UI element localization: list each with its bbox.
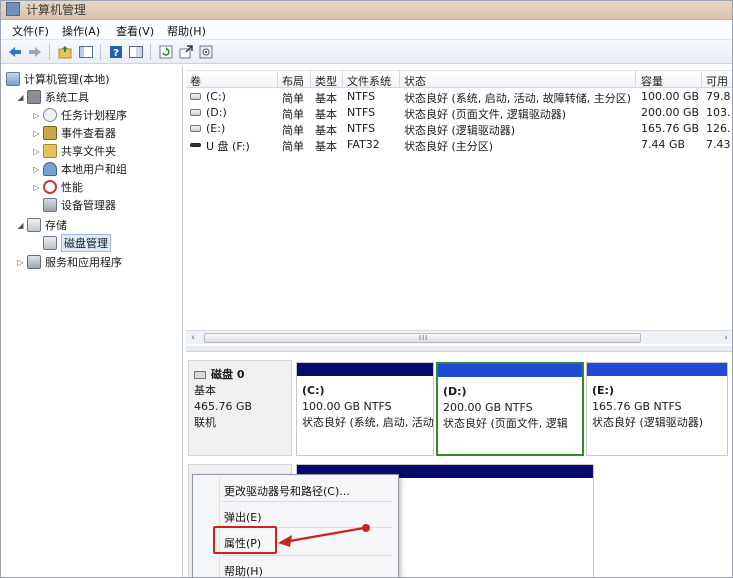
partition-c[interactable]: (C:) 100.00 GB NTFS 状态良好 (系统, 启动, 活动 bbox=[296, 362, 434, 456]
partition-c-size: 100.00 GB NTFS bbox=[302, 400, 392, 413]
horizontal-scrollbar[interactable]: ‹ III › bbox=[186, 330, 733, 344]
tree-item-system-tools[interactable]: ◢ 系统工具 bbox=[16, 88, 89, 106]
expand-icon[interactable]: ◢ bbox=[16, 221, 25, 230]
disk-management-icon bbox=[43, 236, 57, 250]
scrollbar-grip: III bbox=[419, 334, 429, 342]
svg-text:?: ? bbox=[113, 48, 119, 59]
properties-pane-icon[interactable] bbox=[127, 43, 144, 60]
toolbar: ? bbox=[0, 40, 733, 64]
tree-item-storage[interactable]: ◢ 存储 bbox=[16, 216, 67, 234]
clock-icon bbox=[43, 108, 57, 122]
column-header-type[interactable]: 类型 bbox=[315, 73, 337, 89]
partition-e-status: 状态良好 (逻辑驱动器) bbox=[592, 416, 704, 429]
disk-0-name: 磁盘 0 bbox=[211, 368, 245, 381]
back-arrow-icon[interactable] bbox=[6, 43, 23, 60]
tree-item-event-viewer[interactable]: ▷ 事件查看器 bbox=[32, 124, 116, 142]
scroll-right-icon[interactable]: › bbox=[719, 331, 733, 345]
scrollbar-thumb[interactable]: III bbox=[204, 333, 641, 343]
column-header-status[interactable]: 状态 bbox=[404, 73, 426, 89]
partition-c-status: 状态良好 (系统, 启动, 活动 bbox=[302, 416, 434, 429]
expand-icon[interactable]: ▷ bbox=[32, 165, 41, 174]
disk-0-info[interactable]: 磁盘 0 基本 465.76 GB 联机 bbox=[188, 360, 292, 456]
drive-icon bbox=[190, 125, 201, 132]
tree-item-disk-management[interactable]: 磁盘管理 bbox=[32, 234, 111, 252]
partition-e-bar bbox=[587, 363, 727, 376]
partition-d-bar bbox=[438, 364, 582, 377]
users-icon bbox=[43, 162, 57, 176]
menu-item-eject[interactable]: 弹出(E) bbox=[224, 509, 262, 525]
computer-management-icon bbox=[6, 2, 20, 16]
tree-root-label: 计算机管理(本地) bbox=[24, 73, 110, 86]
expand-icon[interactable]: ▷ bbox=[32, 147, 41, 156]
menu-bar: 文件(F) 操作(A) 查看(V) 帮助(H) bbox=[0, 20, 733, 40]
drive-icon bbox=[190, 109, 201, 116]
table-row[interactable]: (D:) 简单 基本 NTFS 状态良好 (页面文件, 逻辑驱动器) 200.0… bbox=[186, 105, 733, 121]
partition-d-label: (D:) bbox=[443, 385, 467, 398]
disk-0-state: 联机 bbox=[194, 416, 216, 429]
disk-icon bbox=[194, 371, 206, 379]
tree-root[interactable]: 计算机管理(本地) bbox=[6, 70, 110, 88]
performance-icon bbox=[43, 180, 57, 194]
forward-arrow-icon[interactable] bbox=[26, 43, 43, 60]
window-title: 计算机管理 bbox=[26, 3, 87, 17]
services-icon bbox=[27, 255, 41, 269]
column-header-filesystem[interactable]: 文件系统 bbox=[347, 73, 391, 89]
table-row[interactable]: (E:) 简单 基本 NTFS 状态良好 (逻辑驱动器) 165.76 GB 1… bbox=[186, 121, 733, 137]
column-header-capacity[interactable]: 容量 bbox=[641, 73, 663, 89]
help-icon[interactable]: ? bbox=[107, 43, 124, 60]
table-row[interactable]: (C:) 简单 基本 NTFS 状态良好 (系统, 启动, 活动, 故障转储, … bbox=[186, 89, 733, 105]
partition-d[interactable]: (D:) 200.00 GB NTFS 状态良好 (页面文件, 逻辑 bbox=[436, 362, 584, 456]
partition-e[interactable]: (E:) 165.76 GB NTFS 状态良好 (逻辑驱动器) bbox=[586, 362, 728, 456]
table-row[interactable]: U 盘 (F:) 简单 基本 FAT32 状态良好 (主分区) 7.44 GB … bbox=[186, 137, 733, 153]
partition-c-bar bbox=[297, 363, 433, 376]
partition-e-label: (E:) bbox=[592, 384, 614, 397]
volume-list-header: 卷 布局 类型 文件系统 状态 容量 可用 bbox=[186, 70, 733, 88]
menu-action[interactable]: 操作(A) bbox=[62, 23, 100, 39]
menu-help[interactable]: 帮助(H) bbox=[167, 23, 206, 39]
column-header-volume[interactable]: 卷 bbox=[190, 73, 201, 89]
column-header-layout[interactable]: 布局 bbox=[282, 73, 304, 89]
export-icon[interactable] bbox=[177, 43, 194, 60]
event-viewer-icon bbox=[43, 126, 57, 140]
tree-item-task-scheduler[interactable]: ▷ 任务计划程序 bbox=[32, 106, 127, 124]
tree-item-device-manager[interactable]: 设备管理器 bbox=[32, 196, 116, 214]
usb-drive-icon bbox=[190, 143, 201, 147]
up-folder-icon[interactable] bbox=[56, 43, 73, 60]
scroll-left-icon[interactable]: ‹ bbox=[186, 331, 200, 345]
device-manager-icon bbox=[43, 198, 57, 212]
partition-d-size: 200.00 GB NTFS bbox=[443, 401, 533, 414]
computer-icon bbox=[6, 72, 20, 86]
column-header-free[interactable]: 可用 bbox=[706, 73, 728, 89]
storage-icon bbox=[27, 218, 41, 232]
shared-folder-icon bbox=[43, 144, 57, 158]
tree-item-shared-folders[interactable]: ▷ 共享文件夹 bbox=[32, 142, 116, 160]
settings-icon[interactable] bbox=[197, 43, 214, 60]
partition-e-size: 165.76 GB NTFS bbox=[592, 400, 682, 413]
menu-item-change-drive-letter[interactable]: 更改驱动器号和路径(C)... bbox=[224, 483, 350, 499]
partition-c-label: (C:) bbox=[302, 384, 325, 397]
expand-icon[interactable]: ▷ bbox=[16, 258, 25, 267]
menu-view[interactable]: 查看(V) bbox=[116, 23, 154, 39]
partition-d-status: 状态良好 (页面文件, 逻辑 bbox=[443, 417, 568, 430]
show-hide-tree-icon[interactable] bbox=[77, 43, 94, 60]
tree-item-performance[interactable]: ▷ 性能 bbox=[32, 178, 83, 196]
disk-0-size: 465.76 GB bbox=[194, 400, 253, 413]
menu-file[interactable]: 文件(F) bbox=[12, 23, 49, 39]
expand-icon[interactable]: ◢ bbox=[16, 93, 25, 102]
tree-item-local-users[interactable]: ▷ 本地用户和组 bbox=[32, 160, 127, 178]
volume-list: 卷 布局 类型 文件系统 状态 容量 可用 (C:) 简单 基本 NTFS 状态… bbox=[186, 66, 733, 348]
tools-icon bbox=[27, 90, 41, 104]
drive-icon bbox=[190, 93, 201, 100]
navigation-tree: 计算机管理(本地) ◢ 系统工具 ▷ 任务计划程序 ▷ 事件查看器 ▷ 共享文件… bbox=[0, 66, 183, 578]
title-bar: 计算机管理 bbox=[0, 0, 733, 20]
pointer-arrow-icon bbox=[278, 524, 370, 547]
disk-0-type: 基本 bbox=[194, 384, 216, 397]
menu-item-help[interactable]: 帮助(H) bbox=[224, 563, 263, 578]
expand-icon[interactable]: ▷ bbox=[32, 111, 41, 120]
expand-icon[interactable]: ▷ bbox=[32, 129, 41, 138]
refresh-icon[interactable] bbox=[157, 43, 174, 60]
expand-icon[interactable]: ▷ bbox=[32, 183, 41, 192]
tree-item-services-apps[interactable]: ▷ 服务和应用程序 bbox=[16, 253, 122, 271]
